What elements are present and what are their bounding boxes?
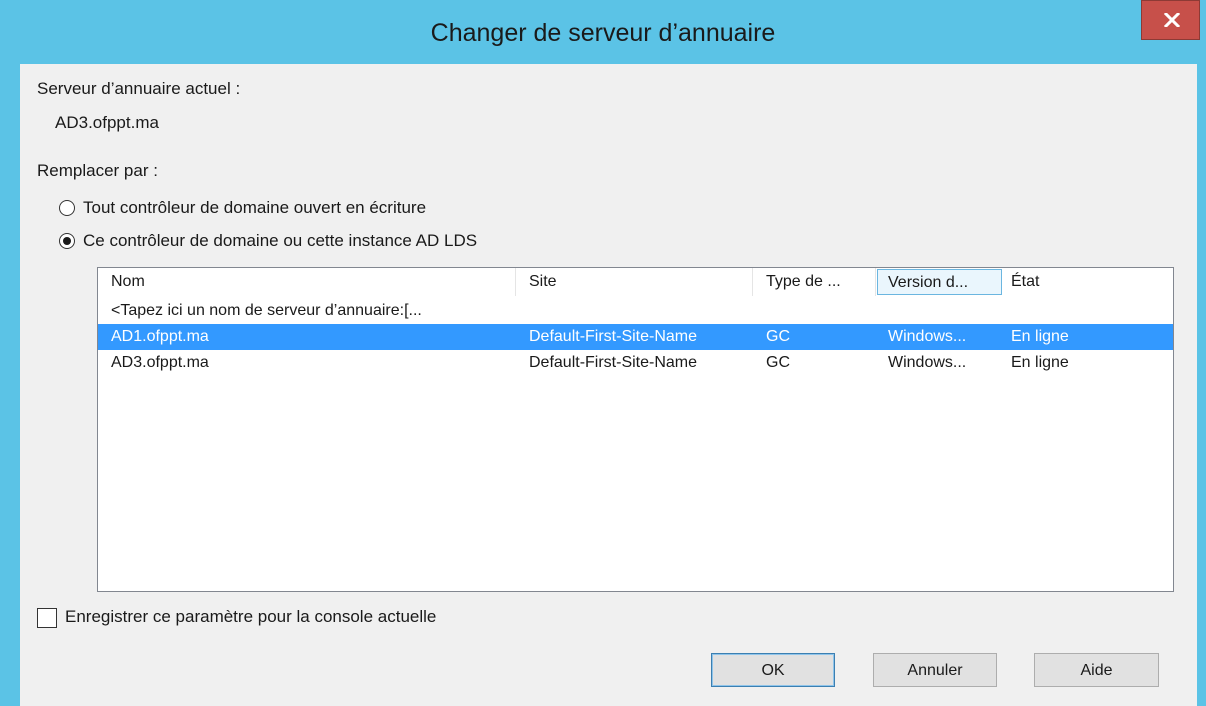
current-server-label: Serveur d’annuaire actuel :	[37, 79, 241, 98]
cell-state: En ligne	[1011, 328, 1069, 345]
server-list[interactable]: Nom Site Type de ... Version d... État <…	[97, 267, 1174, 592]
cell-type: GC	[766, 354, 790, 371]
radio-button[interactable]	[59, 200, 75, 216]
table-row[interactable]: AD1.ofppt.ma Default-First-Site-Name GC …	[98, 324, 1173, 350]
cancel-button[interactable]: Annuler	[873, 653, 997, 687]
column-header-version[interactable]: Version d...	[877, 269, 1002, 295]
table-row[interactable]: AD3.ofppt.ma Default-First-Site-Name GC …	[98, 350, 1173, 376]
cell-site: Default-First-Site-Name	[529, 328, 698, 345]
replace-with-label: Remplacer par :	[37, 161, 158, 180]
radio-button[interactable]	[59, 233, 75, 249]
help-button[interactable]: Aide	[1034, 653, 1159, 687]
column-header-type[interactable]: Type de ...	[753, 268, 876, 296]
save-setting-label: Enregistrer ce paramètre pour la console…	[65, 607, 437, 626]
radio-label: Ce contrôleur de domaine ou cette instan…	[83, 231, 478, 250]
cell-type: GC	[766, 328, 790, 345]
placeholder-cell[interactable]: <Tapez ici un nom de serveur d’annuaire:…	[111, 298, 516, 324]
title-bar: Changer de serveur d’annuaire	[0, 0, 1206, 64]
cell-site: Default-First-Site-Name	[529, 354, 698, 371]
close-button[interactable]	[1141, 0, 1200, 40]
ok-button[interactable]: OK	[711, 653, 835, 687]
current-server-value: AD3.ofppt.ma	[55, 113, 159, 132]
radio-label: Tout contrôleur de domaine ouvert en écr…	[83, 198, 427, 217]
list-header: Nom Site Type de ... Version d... État	[98, 268, 1173, 296]
dialog-body: Serveur d’annuaire actuel : AD3.ofppt.ma…	[20, 64, 1197, 706]
cell-version: Windows...	[888, 328, 967, 345]
cell-state: En ligne	[1011, 354, 1069, 371]
column-header-state[interactable]: État	[1002, 268, 1173, 296]
dialog-title: Changer de serveur d’annuaire	[430, 19, 776, 47]
cell-name: AD1.ofppt.ma	[111, 328, 209, 345]
cell-version: Windows...	[888, 354, 967, 371]
dialog-window: Changer de serveur d’annuaire Serveur d’…	[0, 0, 1206, 706]
save-setting-checkbox[interactable]	[37, 608, 57, 628]
column-header-name[interactable]: Nom	[98, 268, 516, 296]
cell-name: AD3.ofppt.ma	[111, 354, 209, 371]
close-icon	[1164, 13, 1180, 27]
list-item-placeholder[interactable]: <Tapez ici un nom de serveur d’annuaire:…	[98, 298, 1173, 324]
column-header-site[interactable]: Site	[516, 268, 753, 296]
